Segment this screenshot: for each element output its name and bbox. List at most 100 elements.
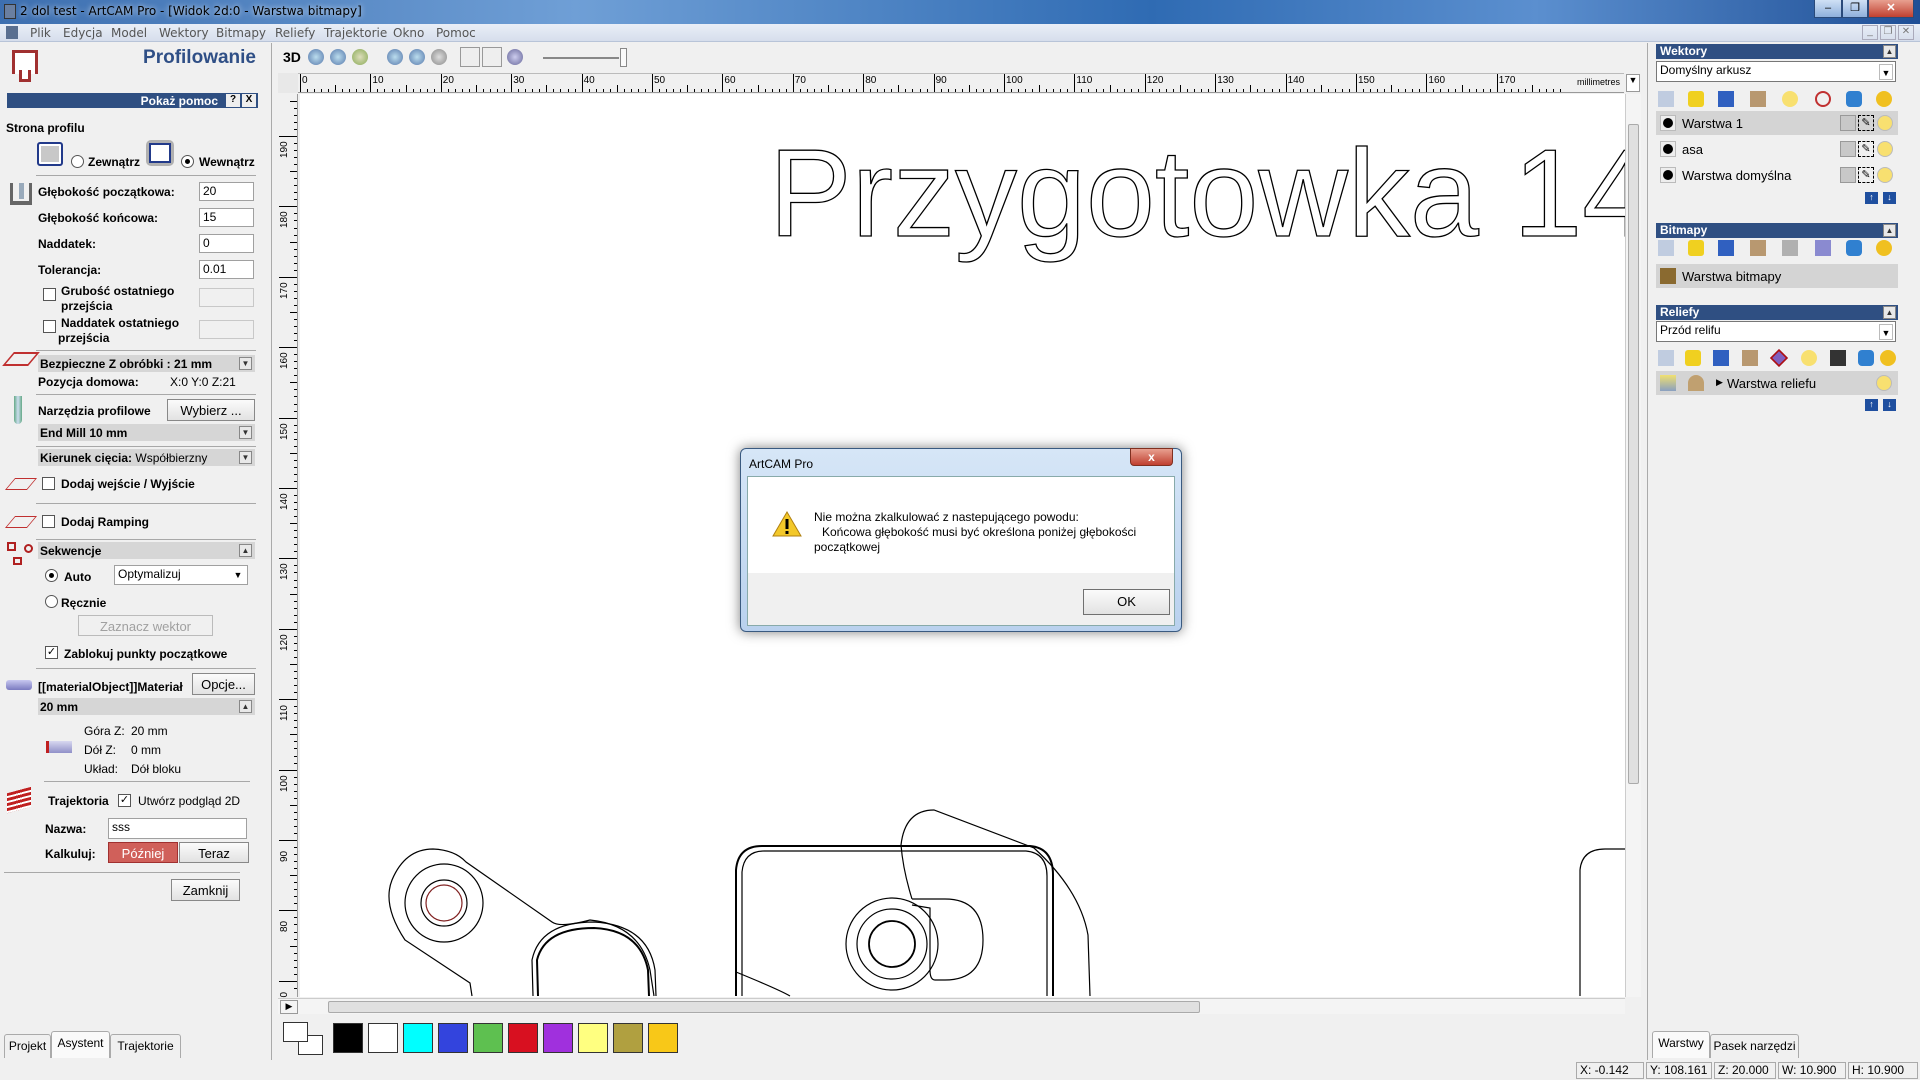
relief-mode-select[interactable]: Przód relifu ▼ (1656, 321, 1896, 342)
vector-sheet-select[interactable]: Domyślny arkusz ▼ (1656, 61, 1896, 82)
zoom-previous-icon[interactable] (352, 49, 368, 65)
safe-z-expand-icon[interactable]: ▼ (239, 357, 252, 370)
material-collapse-icon[interactable]: ▲ (239, 700, 252, 713)
bitmap-lights-icon[interactable] (1876, 240, 1892, 256)
merge-relief-icon[interactable] (1769, 348, 1789, 368)
open-bitmap-icon[interactable] (1688, 240, 1704, 256)
tab-pasek-narzedzi[interactable]: Pasek narzędzi (1710, 1034, 1799, 1058)
sequence-collapse-icon[interactable]: ▲ (239, 544, 252, 557)
scroll-left-button[interactable]: ▶ (280, 1000, 298, 1014)
copy-layer-icon[interactable] (1750, 91, 1766, 107)
calculate-later-button[interactable]: Później (108, 842, 178, 863)
inside-profile-icon[interactable] (146, 140, 174, 166)
minimize-button[interactable]: – (1814, 0, 1842, 18)
vertical-scrollbar[interactable] (1625, 94, 1641, 997)
outside-radio[interactable] (71, 155, 84, 168)
vector-text[interactable]: Przygotowka 14( (768, 124, 1625, 263)
expand-arrow-icon[interactable]: ▶ (1716, 377, 1723, 388)
color-swatch[interactable] (543, 1023, 573, 1053)
view-light-icon[interactable] (507, 49, 523, 65)
outside-profile-icon[interactable] (37, 142, 63, 166)
auto-radio[interactable] (45, 569, 58, 582)
color-swatch[interactable] (473, 1023, 503, 1053)
tolerance-input[interactable]: 0.01 (199, 260, 254, 279)
relief-up-icon[interactable]: ↑ (1865, 399, 1878, 411)
color-swatch[interactable] (613, 1023, 643, 1053)
last-pass-allowance-checkbox[interactable] (43, 320, 56, 333)
horizontal-scrollbar[interactable]: ▶ (278, 998, 1625, 1014)
vector-part-left[interactable] (388, 848, 657, 997)
app-menu-icon[interactable] (6, 26, 18, 39)
mdi-minimize-button[interactable]: _ (1862, 25, 1878, 40)
view-3d-button[interactable]: 3D (283, 49, 301, 65)
open-icon[interactable] (1688, 91, 1704, 107)
menu-wektory[interactable]: Wektory (159, 26, 209, 40)
vector-layer-row[interactable]: Warstwa 1 ✎ (1656, 111, 1898, 135)
cut-direction-expand-icon[interactable]: ▼ (239, 451, 252, 464)
color-swatch[interactable] (578, 1023, 608, 1053)
dialog-close-button[interactable]: x (1130, 448, 1173, 466)
new-relief-layer-icon[interactable] (1658, 350, 1674, 366)
material-thickness-bar[interactable]: 20 mm ▲ (38, 698, 255, 715)
layer-color-icon[interactable] (1660, 141, 1676, 157)
visibility-bulb-icon[interactable] (1877, 141, 1893, 157)
color-swatch[interactable] (648, 1023, 678, 1053)
vector-merge-icon[interactable] (1815, 91, 1831, 107)
tool-bar[interactable]: End Mill 10 mm ▼ (38, 424, 255, 441)
delete-relief-icon[interactable] (1858, 350, 1874, 366)
all-lights-icon[interactable] (1876, 91, 1892, 107)
material-options-button[interactable]: Opcje... (192, 673, 255, 695)
copy-bitmap-icon[interactable] (1750, 240, 1766, 256)
edit-pen-icon[interactable]: ✎ (1858, 167, 1874, 183)
relief-add-icon[interactable] (1688, 375, 1704, 391)
horizontal-scroll-thumb[interactable] (328, 1001, 1200, 1013)
tab-warstwy[interactable]: Warstwy (1652, 1031, 1710, 1058)
relief-down-icon[interactable]: ↓ (1883, 399, 1896, 411)
safe-z-bar[interactable]: Bezpieczne Z obróbki : 21 mm ▼ (38, 355, 255, 372)
zoom-out-icon[interactable] (330, 49, 346, 65)
last-pass-thickness-checkbox[interactable] (43, 288, 56, 301)
reliefs-collapse-icon[interactable]: ▲ (1883, 306, 1896, 319)
allowance-input[interactable]: 0 (199, 234, 254, 253)
calculate-now-button[interactable]: Teraz (179, 842, 249, 863)
bitmap-layer-row[interactable]: Warstwa bitmapy (1656, 264, 1898, 288)
zoom-1to1-icon[interactable] (387, 49, 403, 65)
preview-2d-checkbox[interactable]: ✓ (118, 794, 131, 807)
vertical-scroll-thumb[interactable] (1628, 124, 1639, 784)
visibility-bulb-icon[interactable] (1877, 167, 1893, 183)
relief-layer-row[interactable]: ▶ Warstwa reliefu (1656, 371, 1898, 395)
menu-trajektorie[interactable]: Trajektorie (324, 26, 387, 40)
lock-icon[interactable] (1840, 141, 1856, 157)
zoom-all-icon[interactable] (431, 49, 447, 65)
grayscale-relief-icon[interactable] (1830, 350, 1846, 366)
toolpath-name-input[interactable]: sss (108, 818, 247, 839)
layer-up-icon[interactable]: ↑ (1865, 192, 1878, 204)
primary-color-swatch[interactable] (283, 1022, 308, 1042)
open-relief-icon[interactable] (1685, 350, 1701, 366)
delete-layer-icon[interactable] (1846, 91, 1862, 107)
visibility-bulb-icon[interactable] (1877, 115, 1893, 131)
help-close-button[interactable]: X (242, 94, 256, 107)
slider-track[interactable] (543, 57, 619, 59)
lead-in-out-checkbox[interactable] (42, 477, 55, 490)
close-panel-button[interactable]: Zamknij (171, 879, 240, 901)
ramping-checkbox[interactable] (42, 515, 55, 528)
vector-part-right[interactable] (1579, 848, 1625, 996)
vector-layer-row[interactable]: Warstwa domyślna ✎ (1656, 163, 1898, 187)
tab-projekt[interactable]: Projekt (4, 1034, 51, 1058)
menu-okno[interactable]: Okno (393, 26, 424, 40)
layer-color-icon[interactable] (1660, 115, 1676, 131)
end-depth-input[interactable]: 15 (199, 208, 254, 227)
tab-trajektorie[interactable]: Trajektorie (110, 1034, 181, 1058)
delete-bitmap-icon[interactable] (1846, 240, 1862, 256)
lock-icon[interactable] (1840, 115, 1856, 131)
relief-lights-icon[interactable] (1880, 350, 1896, 366)
mdi-close-button[interactable]: ✕ (1898, 25, 1914, 40)
manual-radio[interactable] (45, 595, 58, 608)
relief-light-icon[interactable] (1801, 350, 1817, 366)
maximize-button[interactable]: ❐ (1842, 0, 1868, 18)
layer-color-icon[interactable] (1660, 167, 1676, 183)
snap-left-icon[interactable] (460, 47, 480, 67)
color-swatch[interactable] (333, 1023, 363, 1053)
layer-light-icon[interactable] (1782, 91, 1798, 107)
